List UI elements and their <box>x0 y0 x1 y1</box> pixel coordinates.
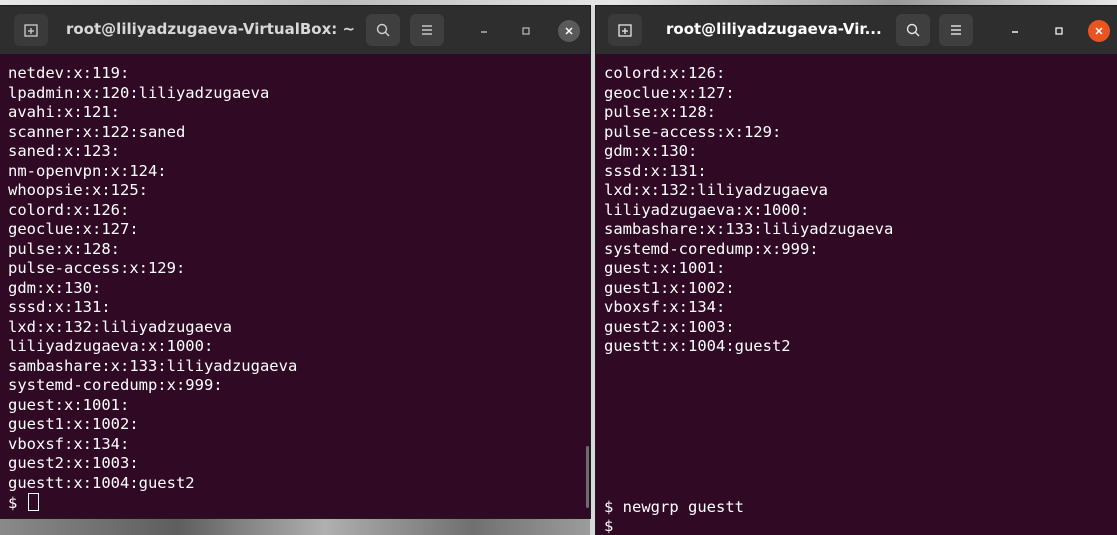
terminal-line: guestt:x:1004:guest2 <box>8 473 195 492</box>
terminal-line: colord:x:126: <box>604 64 726 82</box>
terminal-line: geoclue:x:127: <box>8 220 139 238</box>
hamburger-menu-icon <box>422 25 432 35</box>
terminal-line: sambashare:x:133:liliyadzugaeva <box>8 356 298 375</box>
terminal-line: pulse-access:x:129: <box>8 259 186 277</box>
terminal-line: liliyadzugaeva:x:1000: <box>604 200 810 219</box>
prompt-line[interactable]: $ <box>8 493 590 513</box>
terminal-line: guest1:x:1002: <box>8 415 139 433</box>
terminal-line: whoopsie:x:125: <box>8 181 148 199</box>
terminal-output[interactable]: netdev:x:119: lpadmin:x:120:liliyadzugae… <box>0 54 590 518</box>
window-title: root@liliyadzugaeva-Vir... <box>666 20 882 38</box>
terminal-line: guestt:x:1004:guest2 <box>604 337 791 355</box>
terminal-line: systemd-coredump:x:999: <box>8 376 223 394</box>
terminal-line: gdm:x:130: <box>604 142 698 160</box>
text-cursor <box>27 493 39 511</box>
minimize-button[interactable] <box>1004 20 1026 42</box>
terminal-line: liliyadzugaeva:x:1000: <box>8 337 214 355</box>
close-icon <box>565 27 573 35</box>
close-icon <box>1095 27 1103 35</box>
new-tab-button[interactable] <box>608 14 642 46</box>
terminal-line: guest2:x:1003: <box>8 454 139 472</box>
close-button[interactable] <box>558 20 580 42</box>
terminal-line: guest1:x:1002: <box>604 278 735 297</box>
maximize-button[interactable] <box>515 20 537 42</box>
terminal-line: guest:x:1001: <box>604 259 726 277</box>
terminal-line: avahi:x:121: <box>8 103 120 121</box>
terminal-line: colord:x:126: <box>8 200 130 219</box>
menu-button[interactable] <box>939 14 973 46</box>
terminal-line: nm-openvpn:x:124: <box>8 161 167 180</box>
titlebar[interactable]: root@liliyadzugaeva-Vir... <box>596 6 1117 54</box>
terminal-line: pulse:x:128: <box>8 239 120 258</box>
terminal-line: sssd:x:131: <box>604 161 707 180</box>
maximize-button[interactable] <box>1048 20 1070 42</box>
terminal-window-right[interactable]: root@liliyadzugaeva-Vir... colord:x:126:… <box>596 6 1117 535</box>
terminal-output[interactable]: colord:x:126: geoclue:x:127: pulse:x:128… <box>596 54 1117 535</box>
new-tab-icon <box>24 24 38 37</box>
terminal-line: saned:x:123: <box>8 142 120 160</box>
titlebar[interactable]: root@liliyadzugaeva-VirtualBox: ~ <box>0 6 590 54</box>
scrollbar[interactable] <box>586 446 589 508</box>
menu-button[interactable] <box>410 14 444 46</box>
terminal-line: sambashare:x:133:liliyadzugaeva <box>604 220 894 238</box>
terminal-line: sssd:x:131: <box>8 298 111 316</box>
window-title: root@liliyadzugaeva-VirtualBox: ~ <box>66 20 356 38</box>
terminal-line: lxd:x:132:liliyadzugaeva <box>8 317 232 336</box>
terminal-line: systemd-coredump:x:999: <box>604 239 819 258</box>
minimize-icon <box>481 31 487 33</box>
shell-prompt: $ <box>8 494 27 512</box>
minimize-icon <box>1012 31 1018 33</box>
terminal-line: geoclue:x:127: <box>604 83 735 102</box>
search-icon <box>906 23 920 37</box>
terminal-line: lpadmin:x:120:liliyadzugaeva <box>8 83 270 102</box>
search-button[interactable] <box>366 14 400 46</box>
hamburger-menu-icon <box>951 25 961 35</box>
maximize-icon <box>522 27 530 35</box>
command-line: $ newgrp guestt <box>604 497 744 516</box>
terminal-line: pulse-access:x:129: <box>604 122 782 141</box>
terminal-line: guest:x:1001: <box>8 395 130 414</box>
terminal-line: lxd:x:132:liliyadzugaeva <box>604 181 828 199</box>
desktop-background-bottom <box>0 518 590 535</box>
terminal-line: vboxsf:x:134: <box>604 298 726 316</box>
terminal-line: pulse:x:128: <box>604 103 716 121</box>
new-tab-button[interactable] <box>14 14 48 46</box>
minimize-button[interactable] <box>473 20 495 42</box>
close-button[interactable] <box>1088 20 1110 42</box>
terminal-line: guest2:x:1003: <box>604 317 735 336</box>
terminal-blank-area <box>604 357 1117 498</box>
terminal-window-left[interactable]: root@liliyadzugaeva-VirtualBox: ~ netdev… <box>0 6 590 518</box>
search-icon <box>376 23 390 37</box>
maximize-icon <box>1055 27 1063 35</box>
terminal-line: netdev:x:119: <box>8 64 130 82</box>
terminal-line: gdm:x:130: <box>8 278 102 297</box>
prompt-line[interactable]: $ <box>604 517 1117 535</box>
terminal-line: scanner:x:122:saned <box>8 122 186 141</box>
new-tab-icon <box>618 24 632 37</box>
terminal-line: vboxsf:x:134: <box>8 434 130 453</box>
search-button[interactable] <box>896 14 930 46</box>
